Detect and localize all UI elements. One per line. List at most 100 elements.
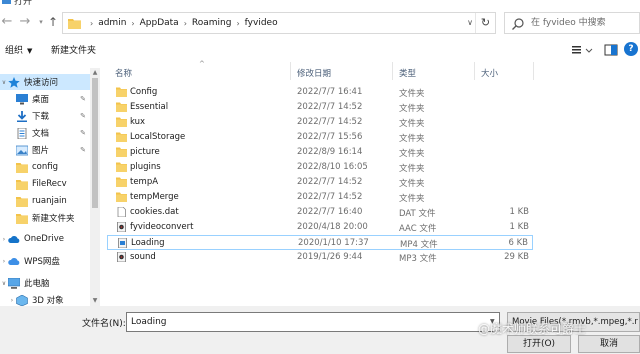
view-options-button[interactable] <box>570 42 594 58</box>
folder-icon <box>116 117 127 127</box>
chevron-down-icon[interactable]: ∨ <box>0 280 8 287</box>
file-size: 6 KB <box>508 238 528 248</box>
file-row-config[interactable]: Config 2022/7/7 16:41 文件夹 <box>107 85 533 100</box>
sidebar-item-wps-cloud[interactable]: › WPS网盘 <box>0 253 90 269</box>
title-bar: 打开 <box>0 0 640 6</box>
file-date: 2019/1/26 9:44 <box>297 252 363 262</box>
breadcrumb-item[interactable]: fyvideo <box>245 18 278 28</box>
file-date: 2022/7/7 14:52 <box>297 177 363 187</box>
back-button[interactable]: ← <box>0 14 14 30</box>
sidebar-item-label: config <box>32 162 59 172</box>
file-row-essential[interactable]: Essential 2022/7/7 14:52 文件夹 <box>107 100 533 115</box>
file-name: Essential <box>130 102 169 112</box>
forward-button[interactable]: → <box>18 14 32 30</box>
scrollbar-thumb[interactable] <box>92 78 98 208</box>
file-date: 2022/7/7 15:56 <box>297 132 363 142</box>
sidebar-item-label: 文档 <box>32 129 50 139</box>
sidebar-item-new-folder[interactable]: 新建文件夹 <box>0 210 90 226</box>
folder-icon <box>68 19 81 29</box>
file-date: 2022/7/7 14:52 <box>297 117 363 127</box>
file-row-tempmerge[interactable]: tempMerge 2022/7/7 14:52 文件夹 <box>107 190 533 205</box>
pin-icon[interactable]: ✎ <box>80 95 86 103</box>
cancel-button[interactable]: 取消 <box>578 335 640 353</box>
file-type: 文件夹 <box>399 194 425 204</box>
sidebar-item-pictures[interactable]: 图片 ✎ <box>0 142 90 158</box>
column-divider[interactable] <box>290 62 291 80</box>
file-row-cookies[interactable]: cookies.dat 2022/7/7 16:40 DAT 文件 1 KB <box>107 205 533 220</box>
open-button[interactable]: 打开(O) <box>507 335 571 353</box>
pin-icon[interactable]: ✎ <box>80 129 86 137</box>
sidebar-item-this-pc[interactable]: ∨ 此电脑 <box>0 275 90 291</box>
file-type: 文件夹 <box>399 104 425 114</box>
organize-button[interactable]: 组织 ▼ <box>5 43 32 56</box>
file-row-kux[interactable]: kux 2022/7/7 14:52 文件夹 <box>107 115 533 130</box>
column-header-size[interactable]: 大小 <box>481 67 498 79</box>
column-divider[interactable] <box>392 62 393 80</box>
new-folder-button[interactable]: 新建文件夹 <box>51 43 96 56</box>
refresh-icon[interactable]: ↻ <box>475 13 495 33</box>
chevron-right-icon[interactable]: › <box>0 258 8 265</box>
recent-locations-icon[interactable]: ▾ <box>36 14 46 30</box>
chevron-down-icon[interactable]: ∨ <box>0 79 8 86</box>
sidebar-item-filerecv[interactable]: FileRecv <box>0 176 90 192</box>
file-icon <box>117 207 126 217</box>
chevron-right-icon[interactable]: › <box>231 19 244 28</box>
filename-input[interactable] <box>126 312 500 332</box>
scroll-up-icon[interactable]: ▲ <box>90 68 100 78</box>
video-file-icon <box>118 238 127 248</box>
file-name: tempA <box>130 177 159 187</box>
scroll-down-icon[interactable]: ▼ <box>90 296 100 306</box>
file-row-tempa[interactable]: tempA 2022/7/7 14:52 文件夹 <box>107 175 533 190</box>
filename-label: 文件名(N): <box>82 319 126 329</box>
pin-icon[interactable]: ✎ <box>80 146 86 154</box>
file-row-plugins[interactable]: plugins 2022/8/10 16:05 文件夹 <box>107 160 533 175</box>
chevron-right-icon[interactable]: › <box>179 19 192 28</box>
wps-cloud-icon <box>8 257 20 265</box>
audio-file-icon <box>117 222 126 232</box>
chevron-right-icon[interactable]: › <box>0 236 8 243</box>
toolbar: 组织 ▼ 新建文件夹 ? <box>0 40 640 60</box>
file-row-localstorage[interactable]: LocalStorage 2022/7/7 15:56 文件夹 <box>107 130 533 145</box>
breadcrumb-item[interactable]: admin <box>98 18 126 28</box>
help-button[interactable]: ? <box>624 42 638 56</box>
search-placeholder: 在 fyvideo 中搜索 <box>531 18 606 28</box>
folder-icon <box>116 102 127 112</box>
file-name: picture <box>130 147 160 157</box>
sidebar-item-desktop[interactable]: 桌面 ✎ <box>0 91 90 107</box>
column-header-name[interactable]: 名称 <box>115 67 132 79</box>
breadcrumb-item[interactable]: Roaming <box>192 18 232 28</box>
chevron-right-icon[interactable]: › <box>85 19 98 28</box>
sidebar-scrollbar[interactable]: ▲ ▼ <box>90 68 100 306</box>
column-header-type[interactable]: 类型 <box>399 67 416 79</box>
pin-icon[interactable]: ✎ <box>80 112 86 120</box>
sidebar-item-label: FileRecv <box>32 179 67 189</box>
window-icon <box>2 0 11 4</box>
sidebar-item-downloads[interactable]: 下载 ✎ <box>0 108 90 124</box>
file-date: 2022/7/7 16:40 <box>297 207 363 217</box>
search-input[interactable]: 在 fyvideo 中搜索 <box>504 12 640 34</box>
chevron-right-icon[interactable]: › <box>8 297 16 304</box>
breadcrumb-item[interactable]: AppData <box>140 18 179 28</box>
file-name: tempMerge <box>130 192 179 202</box>
sidebar-item-onedrive[interactable]: › OneDrive <box>0 231 90 247</box>
address-bar[interactable]: › admin › AppData › Roaming › fyvideo ∨ … <box>62 12 496 34</box>
preview-pane-button[interactable] <box>604 42 618 58</box>
sidebar-item-config[interactable]: config <box>0 159 90 175</box>
sidebar-item-3d-objects[interactable]: › 3D 对象 <box>0 292 90 306</box>
window-title: 打开 <box>14 0 33 6</box>
file-row-fyvideoconvert[interactable]: fyvideoconvert 2020/4/18 20:00 AAC 文件 1 … <box>107 220 533 235</box>
sidebar-item-documents[interactable]: 文档 ✎ <box>0 125 90 141</box>
file-name: kux <box>130 117 146 127</box>
sidebar-item-quick-access[interactable]: ∨ 快速访问 <box>0 74 90 90</box>
file-row-loading[interactable]: Loading 2020/1/10 17:37 MP4 文件 6 KB <box>107 235 533 250</box>
column-divider[interactable] <box>533 62 534 80</box>
sidebar-item-ruanjain[interactable]: ruanjain <box>0 193 90 209</box>
sidebar-item-label: OneDrive <box>24 234 64 244</box>
file-row-sound[interactable]: sound 2019/1/26 9:44 MP3 文件 29 KB <box>107 250 533 265</box>
chevron-right-icon[interactable]: › <box>126 19 139 28</box>
up-button[interactable]: ↑ <box>46 14 60 30</box>
chevron-down-icon[interactable]: ∨ <box>467 13 473 33</box>
file-row-picture[interactable]: picture 2022/8/9 16:14 文件夹 <box>107 145 533 160</box>
column-header-date[interactable]: 修改日期 <box>297 67 331 79</box>
column-divider[interactable] <box>474 62 475 80</box>
